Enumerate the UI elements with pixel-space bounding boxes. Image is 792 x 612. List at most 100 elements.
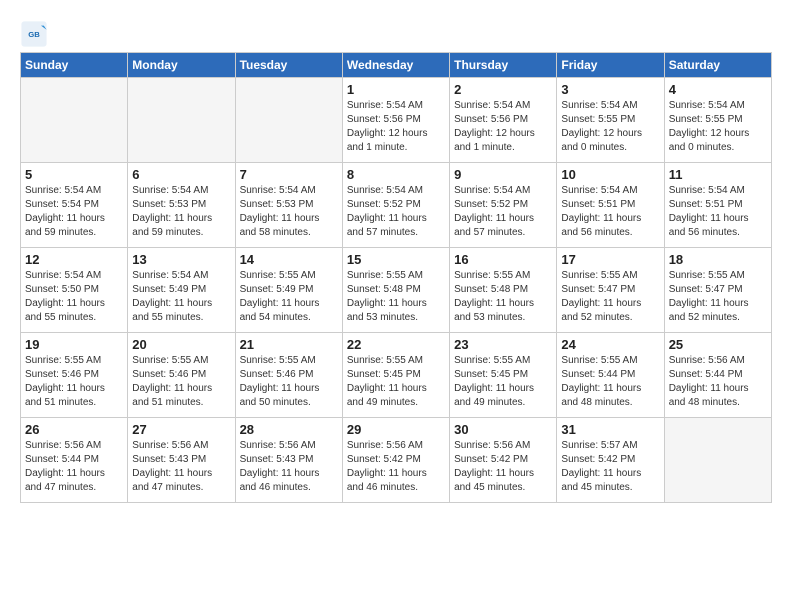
day-info-22: Sunrise: 5:55 AM Sunset: 5:45 PM Dayligh…: [347, 354, 445, 410]
day-info-8: Sunrise: 5:54 AM Sunset: 5:52 PM Dayligh…: [347, 184, 445, 240]
day-info-23: Sunrise: 5:55 AM Sunset: 5:45 PM Dayligh…: [454, 354, 552, 410]
day-number-2: 2: [454, 82, 552, 97]
day-info-9: Sunrise: 5:54 AM Sunset: 5:52 PM Dayligh…: [454, 184, 552, 240]
day-cell-22: 22 Sunrise: 5:55 AM Sunset: 5:45 PM Dayli…: [342, 333, 449, 418]
week-row-5: 26 Sunrise: 5:56 AM Sunset: 5:44 PM Dayli…: [21, 418, 772, 503]
day-cell-14: 14Sunrise: 5:55 AM Sunset: 5:49 PM Dayli…: [235, 248, 342, 333]
day-number-21: 21: [240, 337, 338, 352]
day-number-8: 8: [347, 167, 445, 182]
empty-cell: [664, 418, 771, 503]
day-cell-4: 4 Sunrise: 5:54 AM Sunset: 5:55 PM Daylig…: [664, 78, 771, 163]
logo: GB: [20, 20, 52, 48]
day-info-27: Sunrise: 5:56 AM Sunset: 5:43 PM Dayligh…: [132, 439, 230, 495]
day-number-9: 9: [454, 167, 552, 182]
day-number-18: 18: [669, 252, 767, 267]
week-row-1: 1 Sunrise: 5:54 AM Sunset: 5:56 PM Daylig…: [21, 78, 772, 163]
day-number-15: 15: [347, 252, 445, 267]
day-cell-25: 25 Sunrise: 5:56 AM Sunset: 5:44 PM Dayli…: [664, 333, 771, 418]
day-cell-16: 16 Sunrise: 5:55 AM Sunset: 5:48 PM Dayli…: [450, 248, 557, 333]
day-cell-29: 29Sunrise: 5:56 AM Sunset: 5:42 PM Dayli…: [342, 418, 449, 503]
day-number-25: 25: [669, 337, 767, 352]
week-row-3: 12 Sunrise: 5:54 AM Sunset: 5:50 PM Dayli…: [21, 248, 772, 333]
day-info-19: Sunrise: 5:55 AM Sunset: 5:46 PM Dayligh…: [25, 354, 123, 410]
day-info-5: Sunrise: 5:54 AM Sunset: 5:54 PM Dayligh…: [25, 184, 123, 240]
day-cell-3: 3 Sunrise: 5:54 AM Sunset: 5:55 PM Daylig…: [557, 78, 664, 163]
day-info-3: Sunrise: 5:54 AM Sunset: 5:55 PM Dayligh…: [561, 99, 659, 155]
weekday-header-monday: Monday: [128, 53, 235, 78]
day-info-10: Sunrise: 5:54 AM Sunset: 5:51 PM Dayligh…: [561, 184, 659, 240]
day-info-1: Sunrise: 5:54 AM Sunset: 5:56 PM Dayligh…: [347, 99, 445, 155]
day-info-31: Sunrise: 5:57 AM Sunset: 5:42 PM Dayligh…: [561, 439, 659, 495]
day-info-6: Sunrise: 5:54 AM Sunset: 5:53 PM Dayligh…: [132, 184, 230, 240]
day-number-24: 24: [561, 337, 659, 352]
day-number-10: 10: [561, 167, 659, 182]
day-cell-23: 23 Sunrise: 5:55 AM Sunset: 5:45 PM Dayli…: [450, 333, 557, 418]
day-info-17: Sunrise: 5:55 AM Sunset: 5:47 PM Dayligh…: [561, 269, 659, 325]
day-info-21: Sunrise: 5:55 AM Sunset: 5:46 PM Dayligh…: [240, 354, 338, 410]
day-info-15: Sunrise: 5:55 AM Sunset: 5:48 PM Dayligh…: [347, 269, 445, 325]
weekday-header-row: SundayMondayTuesdayWednesdayThursdayFrid…: [21, 53, 772, 78]
day-cell-24: 24 Sunrise: 5:55 AM Sunset: 5:44 PM Dayli…: [557, 333, 664, 418]
day-number-17: 17: [561, 252, 659, 267]
day-info-4: Sunrise: 5:54 AM Sunset: 5:55 PM Dayligh…: [669, 99, 767, 155]
day-info-13: Sunrise: 5:54 AM Sunset: 5:49 PM Dayligh…: [132, 269, 230, 325]
day-cell-21: 21 Sunrise: 5:55 AM Sunset: 5:46 PM Dayli…: [235, 333, 342, 418]
day-cell-17: 17 Sunrise: 5:55 AM Sunset: 5:47 PM Dayli…: [557, 248, 664, 333]
day-cell-27: 27Sunrise: 5:56 AM Sunset: 5:43 PM Dayli…: [128, 418, 235, 503]
day-info-16: Sunrise: 5:55 AM Sunset: 5:48 PM Dayligh…: [454, 269, 552, 325]
day-info-14: Sunrise: 5:55 AM Sunset: 5:49 PM Dayligh…: [240, 269, 338, 325]
day-cell-1: 1 Sunrise: 5:54 AM Sunset: 5:56 PM Daylig…: [342, 78, 449, 163]
day-cell-20: 20Sunrise: 5:55 AM Sunset: 5:46 PM Dayli…: [128, 333, 235, 418]
day-number-6: 6: [132, 167, 230, 182]
day-cell-7: 7 Sunrise: 5:54 AM Sunset: 5:53 PM Daylig…: [235, 163, 342, 248]
day-info-26: Sunrise: 5:56 AM Sunset: 5:44 PM Dayligh…: [25, 439, 123, 495]
day-info-30: Sunrise: 5:56 AM Sunset: 5:42 PM Dayligh…: [454, 439, 552, 495]
day-number-1: 1: [347, 82, 445, 97]
day-number-13: 13: [132, 252, 230, 267]
empty-cell: [235, 78, 342, 163]
empty-cell: [128, 78, 235, 163]
day-cell-18: 18 Sunrise: 5:55 AM Sunset: 5:47 PM Dayli…: [664, 248, 771, 333]
day-cell-13: 13 Sunrise: 5:54 AM Sunset: 5:49 PM Dayli…: [128, 248, 235, 333]
svg-text:GB: GB: [28, 30, 40, 39]
day-cell-31: 31 Sunrise: 5:57 AM Sunset: 5:42 PM Dayli…: [557, 418, 664, 503]
day-info-29: Sunrise: 5:56 AM Sunset: 5:42 PM Dayligh…: [347, 439, 445, 495]
day-info-28: Sunrise: 5:56 AM Sunset: 5:43 PM Dayligh…: [240, 439, 338, 495]
day-cell-26: 26 Sunrise: 5:56 AM Sunset: 5:44 PM Dayli…: [21, 418, 128, 503]
day-number-7: 7: [240, 167, 338, 182]
day-number-28: 28: [240, 422, 338, 437]
day-cell-2: 2 Sunrise: 5:54 AM Sunset: 5:56 PM Daylig…: [450, 78, 557, 163]
day-cell-10: 10 Sunrise: 5:54 AM Sunset: 5:51 PM Dayli…: [557, 163, 664, 248]
weekday-header-wednesday: Wednesday: [342, 53, 449, 78]
day-info-2: Sunrise: 5:54 AM Sunset: 5:56 PM Dayligh…: [454, 99, 552, 155]
day-cell-28: 28 Sunrise: 5:56 AM Sunset: 5:43 PM Dayli…: [235, 418, 342, 503]
day-number-3: 3: [561, 82, 659, 97]
day-cell-6: 6 Sunrise: 5:54 AM Sunset: 5:53 PM Daylig…: [128, 163, 235, 248]
day-info-25: Sunrise: 5:56 AM Sunset: 5:44 PM Dayligh…: [669, 354, 767, 410]
day-number-5: 5: [25, 167, 123, 182]
day-number-4: 4: [669, 82, 767, 97]
day-info-24: Sunrise: 5:55 AM Sunset: 5:44 PM Dayligh…: [561, 354, 659, 410]
page-header: GB: [20, 20, 772, 48]
day-info-18: Sunrise: 5:55 AM Sunset: 5:47 PM Dayligh…: [669, 269, 767, 325]
week-row-2: 5 Sunrise: 5:54 AM Sunset: 5:54 PM Daylig…: [21, 163, 772, 248]
weekday-header-tuesday: Tuesday: [235, 53, 342, 78]
day-info-11: Sunrise: 5:54 AM Sunset: 5:51 PM Dayligh…: [669, 184, 767, 240]
day-number-11: 11: [669, 167, 767, 182]
day-cell-19: 19 Sunrise: 5:55 AM Sunset: 5:46 PM Dayli…: [21, 333, 128, 418]
day-number-26: 26: [25, 422, 123, 437]
week-row-4: 19 Sunrise: 5:55 AM Sunset: 5:46 PM Dayli…: [21, 333, 772, 418]
day-number-12: 12: [25, 252, 123, 267]
day-info-7: Sunrise: 5:54 AM Sunset: 5:53 PM Dayligh…: [240, 184, 338, 240]
day-number-20: 20: [132, 337, 230, 352]
day-cell-5: 5 Sunrise: 5:54 AM Sunset: 5:54 PM Daylig…: [21, 163, 128, 248]
day-number-19: 19: [25, 337, 123, 352]
day-info-12: Sunrise: 5:54 AM Sunset: 5:50 PM Dayligh…: [25, 269, 123, 325]
day-number-22: 22: [347, 337, 445, 352]
calendar-table: SundayMondayTuesdayWednesdayThursdayFrid…: [20, 52, 772, 503]
day-number-16: 16: [454, 252, 552, 267]
day-cell-9: 9 Sunrise: 5:54 AM Sunset: 5:52 PM Daylig…: [450, 163, 557, 248]
day-number-23: 23: [454, 337, 552, 352]
day-cell-11: 11 Sunrise: 5:54 AM Sunset: 5:51 PM Dayli…: [664, 163, 771, 248]
day-number-31: 31: [561, 422, 659, 437]
